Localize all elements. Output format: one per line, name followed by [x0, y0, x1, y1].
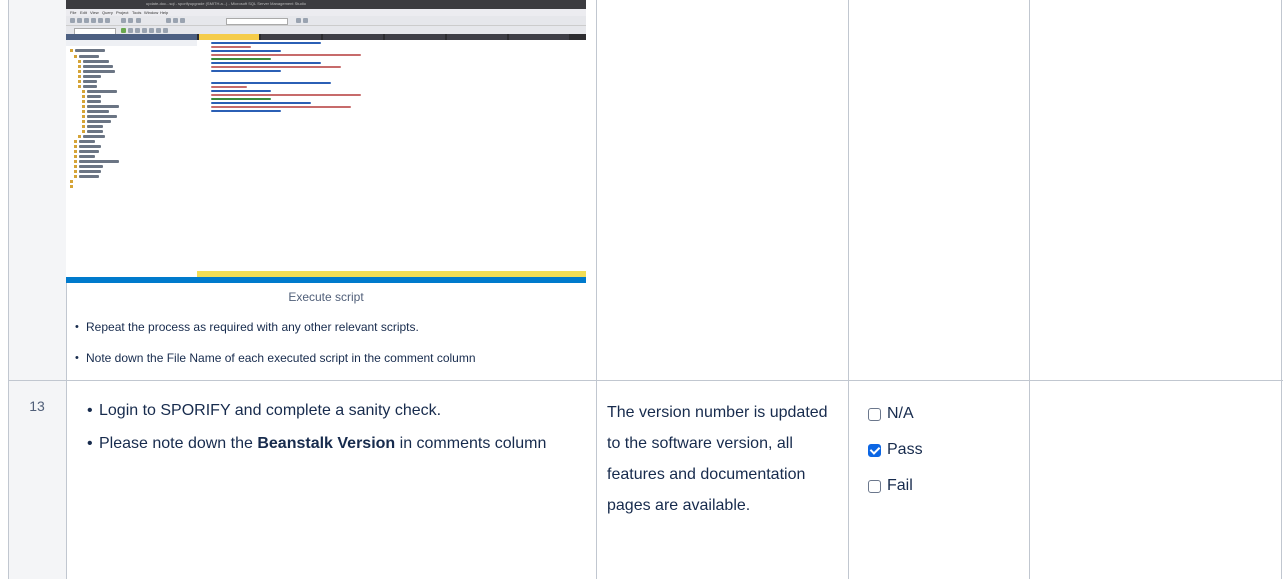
option-pass[interactable]: Pass: [868, 432, 923, 468]
screenshot-menu-item: File: [70, 10, 77, 15]
step-text: in comments column: [395, 435, 547, 452]
screenshot-menu-item: Project: [116, 10, 129, 15]
row-number: 13: [29, 398, 45, 414]
list-item: Note down the File Name of each executed…: [75, 351, 476, 382]
screenshot-titlebar: update-doc...sql - sporifyupgrade (SMITH…: [66, 0, 586, 9]
sql-editor: [197, 40, 586, 271]
step-notes-list: Repeat the process as required with any …: [75, 320, 476, 382]
list-item: Please note down the Beanstalk Version i…: [87, 430, 577, 458]
step-text: Please note down the: [99, 435, 258, 452]
screenshot-toolbar-2: [66, 26, 586, 35]
screenshot-menubar: File Edit View Query Project Tools Windo…: [66, 9, 586, 16]
beanstalk-version-label: Beanstalk Version: [257, 435, 396, 452]
option-label: Fail: [887, 477, 913, 494]
row-number-column: [8, 0, 67, 579]
screenshot-menu-item: Window: [144, 10, 159, 15]
checkbox-fail[interactable]: [868, 479, 881, 493]
screenshot-toolbar: [66, 16, 586, 26]
screenshot-window-title: update-doc...sql - sporifyupgrade (SMITH…: [146, 1, 306, 6]
result-checklist: N/A Pass Fail: [868, 396, 923, 504]
option-na[interactable]: N/A: [868, 396, 923, 432]
option-fail[interactable]: Fail: [868, 468, 923, 504]
execute-script-screenshot: update-doc...sql - sporifyupgrade (SMITH…: [66, 0, 586, 283]
app-status-bar: [66, 277, 586, 283]
list-item: Login to SPORIFY and complete a sanity c…: [87, 397, 577, 425]
screenshot-menu-item: Edit: [80, 10, 87, 15]
option-label: N/A: [887, 405, 914, 422]
image-caption: Execute script: [288, 290, 364, 304]
screenshot-menu-item: View: [90, 10, 99, 15]
object-explorer-tree: [66, 46, 197, 277]
table-border-right: [1281, 0, 1282, 579]
screenshot-menu-item: Tools: [132, 10, 142, 15]
screenshot-menu-item: Query: [102, 10, 113, 15]
screenshot-menu-item: Help: [160, 10, 169, 15]
table-border-col3: [848, 0, 849, 579]
table-border-col2: [596, 0, 597, 579]
table-border-left: [8, 0, 9, 579]
option-label: Pass: [887, 441, 923, 458]
expected-result: The version number is updated to the sof…: [607, 404, 828, 514]
checkbox-na[interactable]: [868, 407, 881, 421]
step-text: Login to SPORIFY and complete a sanity c…: [99, 402, 442, 419]
table-border-col4: [1029, 0, 1030, 579]
test-steps-list: Login to SPORIFY and complete a sanity c…: [87, 397, 577, 463]
checkbox-pass[interactable]: [868, 443, 881, 457]
list-item: Repeat the process as required with any …: [75, 320, 476, 351]
